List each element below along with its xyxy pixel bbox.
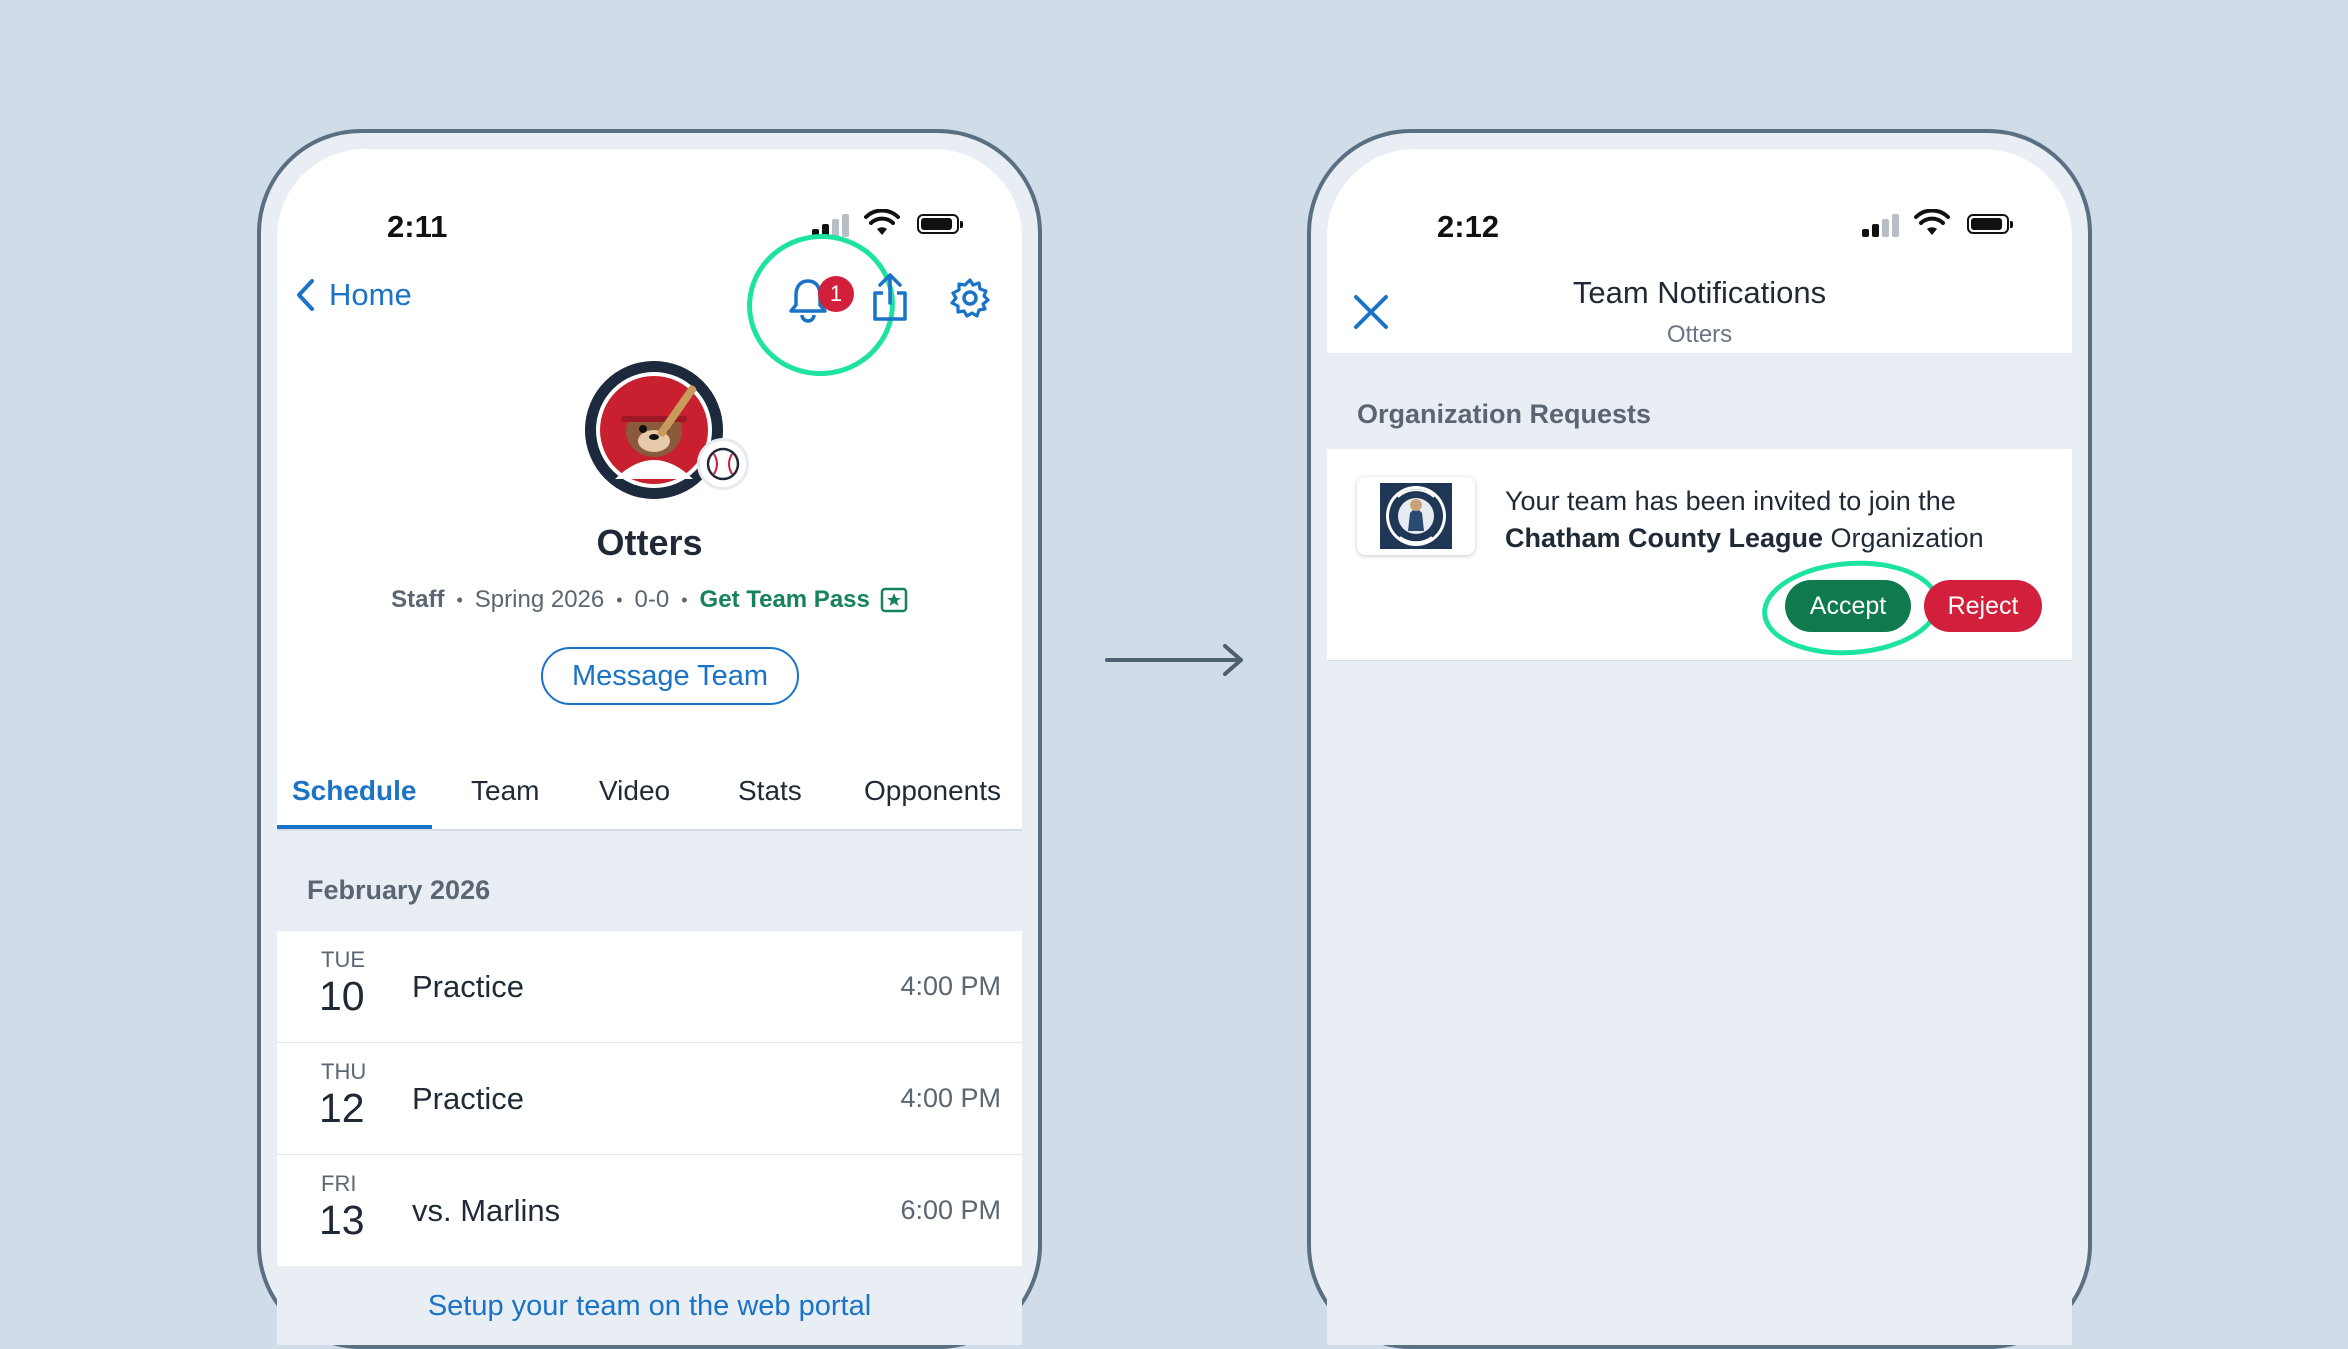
active-tab-indicator (277, 825, 432, 829)
battery-icon (1967, 214, 2013, 234)
league-logo (1357, 477, 1475, 555)
team-name: Otters (596, 522, 703, 563)
section-header: Organization Requests (1357, 399, 1652, 429)
request-message: Your team has been invited to join the C… (1505, 486, 1984, 553)
tab-stats[interactable]: Stats (738, 775, 802, 807)
tab-bar: Schedule Team Video Stats Opponents (277, 749, 1022, 831)
event-title: Practice (412, 969, 524, 1004)
get-team-pass-link[interactable]: Get Team Pass (700, 586, 908, 614)
event-day: 10 (319, 973, 365, 1019)
team-meta: Staff • Spring 2026 • 0-0 • Get Team Pas… (277, 586, 1022, 614)
cellular-signal-icon (1862, 213, 1902, 237)
event-time: 4:00 PM (900, 1083, 1001, 1113)
page-subtitle: Otters (1666, 321, 1733, 348)
event-weekday: TUE (321, 947, 365, 972)
league-seal-icon (1380, 483, 1452, 549)
tab-video[interactable]: Video (599, 775, 670, 807)
wifi-icon (864, 209, 900, 235)
event-weekday: FRI (321, 1171, 357, 1196)
notification-badge: 1 (818, 276, 854, 312)
battery-icon (917, 214, 963, 234)
event-row[interactable]: FRI 13 vs. Marlins 6:00 PM (277, 1155, 1022, 1266)
tab-team[interactable]: Team (471, 775, 539, 807)
organization-request: Your team has been invited to join the C… (1327, 449, 2072, 662)
baseball-icon (697, 438, 749, 490)
notifications-screen: 2:12 Team Notifications Otters Organizat… (1327, 149, 2072, 1345)
organization-name: Chatham County League (1505, 523, 1824, 553)
phone-frame-right: 2:12 Team Notifications Otters Organizat… (1307, 129, 2092, 1349)
event-time: 4:00 PM (900, 971, 1001, 1001)
schedule-list: February 2026 TUE 10 Practice 4:00 PM TH… (277, 831, 1022, 1345)
gear-icon[interactable] (949, 277, 991, 319)
event-row[interactable]: THU 12 Practice 4:00 PM (277, 1043, 1022, 1155)
team-role: Staff (391, 586, 445, 613)
status-bar: 2:11 (277, 149, 1022, 244)
phone-frame-left: 2:11 Home 1 Otters Staff • Spring 2026 •… (257, 129, 1042, 1349)
event-day: 13 (319, 1197, 365, 1243)
status-bar: 2:12 (1327, 149, 2072, 244)
status-time: 2:11 (387, 209, 448, 244)
reject-button[interactable]: Reject (1924, 580, 2042, 632)
back-label: Home (329, 277, 412, 312)
arrow-right-icon (1105, 644, 1243, 676)
star-pass-icon (880, 587, 908, 613)
event-row[interactable]: TUE 10 Practice 4:00 PM (277, 931, 1022, 1043)
team-screen: 2:11 Home 1 Otters Staff • Spring 2026 •… (277, 149, 1022, 1345)
accept-button[interactable]: Accept (1785, 580, 1911, 632)
event-day: 12 (319, 1085, 365, 1131)
tab-schedule[interactable]: Schedule (292, 775, 416, 807)
status-time: 2:12 (1437, 209, 1500, 244)
notifications-body: Organization Requests Your team has been… (1327, 353, 2072, 1345)
back-home-button[interactable]: Home (295, 277, 412, 313)
wifi-icon (1914, 209, 1950, 235)
event-list: TUE 10 Practice 4:00 PM THU 12 Practice … (277, 931, 1022, 1266)
web-portal-link[interactable]: Setup your team on the web portal (273, 1290, 1026, 1323)
event-time: 6:00 PM (900, 1195, 1001, 1225)
message-team-button[interactable]: Message Team (541, 647, 799, 705)
event-title: vs. Marlins (412, 1193, 561, 1228)
month-header: February 2026 (307, 875, 491, 905)
event-title: Practice (412, 1081, 524, 1116)
tab-opponents[interactable]: Opponents (864, 775, 1001, 807)
event-weekday: THU (321, 1059, 367, 1084)
share-icon[interactable] (869, 271, 911, 323)
team-season: Spring 2026 (474, 586, 605, 613)
page-title: Team Notifications (1572, 275, 1827, 310)
chevron-left-icon (297, 279, 314, 311)
team-record: 0-0 (634, 586, 670, 613)
